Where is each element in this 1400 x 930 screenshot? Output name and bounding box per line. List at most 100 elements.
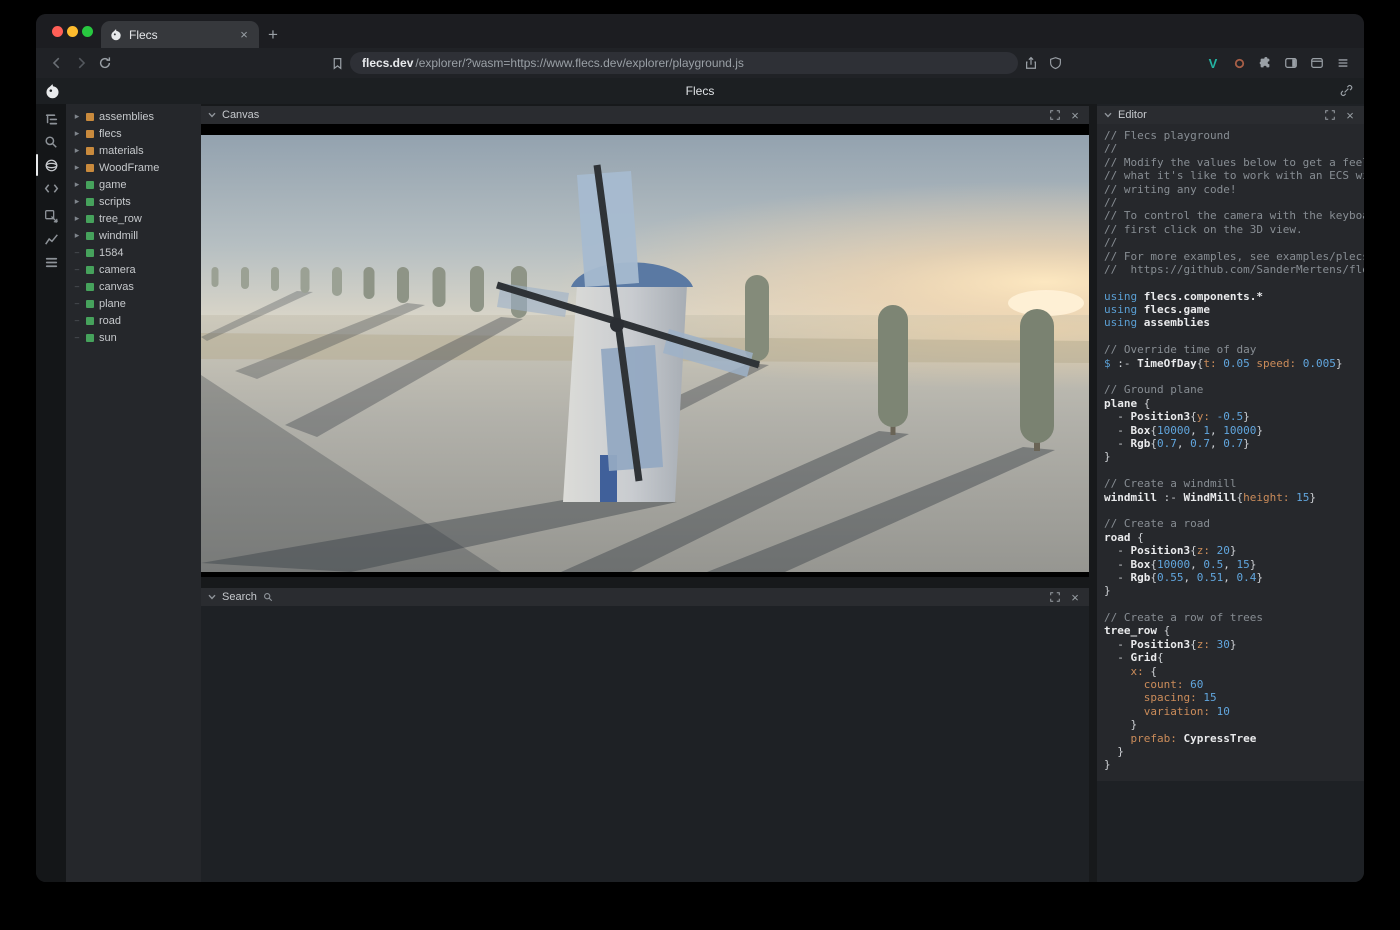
tree-item-plane[interactable]: –plane — [66, 295, 201, 312]
tree-item-assemblies[interactable]: ▸assemblies — [66, 108, 201, 125]
extensions-puzzle-icon[interactable] — [1254, 52, 1276, 74]
browser-tab[interactable]: Flecs × — [101, 21, 259, 48]
code-line[interactable]: $ :- TimeOfDay{t: 0.05 speed: 0.005} — [1104, 357, 1360, 370]
zoom-button[interactable] — [82, 26, 93, 37]
minimize-button[interactable] — [67, 26, 78, 37]
code-line[interactable]: plane { — [1104, 397, 1360, 410]
new-tab-button[interactable]: + — [259, 21, 287, 48]
code-icon[interactable] — [41, 178, 61, 198]
code-line[interactable]: // Create a windmill — [1104, 477, 1360, 490]
expand-arrow-icon[interactable]: ▸ — [73, 230, 81, 241]
expand-arrow-icon[interactable]: ▸ — [73, 213, 81, 224]
extension-badge-icon[interactable] — [1228, 52, 1250, 74]
expand-arrow-icon[interactable]: ▸ — [73, 145, 81, 156]
code-line[interactable]: - Box{10000, 1, 10000} — [1104, 424, 1360, 437]
code-line[interactable]: using flecs.components.* — [1104, 290, 1360, 303]
expand-arrow-icon[interactable]: ▸ — [73, 128, 81, 139]
entities-tree-icon[interactable] — [41, 109, 61, 129]
close-button[interactable] — [52, 26, 63, 37]
chart-icon[interactable] — [41, 229, 61, 249]
stats-rows-icon[interactable] — [41, 252, 61, 272]
code-line[interactable] — [1104, 598, 1360, 611]
tree-item-WoodFrame[interactable]: ▸WoodFrame — [66, 159, 201, 176]
code-line[interactable]: - Position3{y: -0.5} — [1104, 410, 1360, 423]
fullscreen-icon[interactable] — [1048, 108, 1062, 122]
code-line[interactable]: // — [1104, 236, 1360, 249]
code-line[interactable]: // Create a row of trees — [1104, 611, 1360, 624]
scene-sphere-icon[interactable] — [41, 155, 61, 175]
code-line[interactable]: using assemblies — [1104, 316, 1360, 329]
tree-item-canvas[interactable]: –canvas — [66, 278, 201, 295]
code-line[interactable]: - Position3{z: 30} — [1104, 638, 1360, 651]
code-line[interactable]: // — [1104, 142, 1360, 155]
code-line[interactable]: - Box{10000, 0.5, 15} — [1104, 558, 1360, 571]
expand-arrow-icon[interactable]: ▸ — [73, 111, 81, 122]
code-line[interactable] — [1104, 370, 1360, 383]
code-line[interactable]: // For more examples, see examples/plecs… — [1104, 250, 1360, 263]
canvas-3d-view[interactable] — [201, 124, 1089, 577]
side-panel-icon[interactable] — [1280, 52, 1302, 74]
url-bar[interactable]: flecs.dev/explorer/?wasm=https://www.fle… — [350, 52, 1018, 74]
shield-icon[interactable] — [1044, 52, 1066, 74]
collapse-chevron-icon[interactable] — [1104, 112, 1112, 118]
search-results-area[interactable] — [201, 606, 1089, 882]
tree-item-materials[interactable]: ▸materials — [66, 142, 201, 159]
code-line[interactable] — [1104, 276, 1360, 289]
collapse-chevron-icon[interactable] — [208, 594, 216, 600]
code-line[interactable]: prefab: CypressTree — [1104, 732, 1360, 745]
close-panel-icon[interactable]: × — [1068, 108, 1082, 122]
code-line[interactable] — [1104, 504, 1360, 517]
code-line[interactable]: // Create a road — [1104, 517, 1360, 530]
code-line[interactable]: // what it's like to work with an ECS wi… — [1104, 169, 1360, 182]
permalink-icon[interactable] — [1339, 83, 1354, 98]
bookmark-icon[interactable] — [326, 52, 348, 74]
vue-devtools-icon[interactable]: V — [1202, 52, 1224, 74]
code-line[interactable]: } — [1104, 584, 1360, 597]
search-icon[interactable] — [41, 132, 61, 152]
tree-item-1584[interactable]: –1584 — [66, 244, 201, 261]
code-line[interactable]: // Ground plane — [1104, 383, 1360, 396]
code-line[interactable]: // Flecs playground — [1104, 129, 1360, 142]
code-line[interactable]: - Rgb{0.55, 0.51, 0.4} — [1104, 571, 1360, 584]
code-line[interactable]: - Rgb{0.7, 0.7, 0.7} — [1104, 437, 1360, 450]
close-panel-icon[interactable]: × — [1343, 108, 1357, 122]
expand-arrow-icon[interactable]: ▸ — [73, 196, 81, 207]
code-line[interactable]: } — [1104, 450, 1360, 463]
code-line[interactable]: windmill :- WindMill{height: 15} — [1104, 491, 1360, 504]
forward-button[interactable] — [70, 52, 92, 74]
code-line[interactable]: tree_row { — [1104, 624, 1360, 637]
back-button[interactable] — [46, 52, 68, 74]
code-line[interactable]: } — [1104, 745, 1360, 758]
code-line[interactable]: - Grid{ — [1104, 651, 1360, 664]
tree-item-tree_row[interactable]: ▸tree_row — [66, 210, 201, 227]
code-line[interactable] — [1104, 330, 1360, 343]
tree-item-windmill[interactable]: ▸windmill — [66, 227, 201, 244]
collapse-chevron-icon[interactable] — [208, 112, 216, 118]
code-line[interactable]: variation: 10 — [1104, 705, 1360, 718]
tree-item-game[interactable]: ▸game — [66, 176, 201, 193]
code-line[interactable]: count: 60 — [1104, 678, 1360, 691]
code-line[interactable]: // Modify the values below to get a feel… — [1104, 156, 1360, 169]
browser-window-icon[interactable] — [1306, 52, 1328, 74]
tree-item-sun[interactable]: –sun — [66, 329, 201, 346]
code-line[interactable]: spacing: 15 — [1104, 691, 1360, 704]
tree-item-scripts[interactable]: ▸scripts — [66, 193, 201, 210]
fullscreen-icon[interactable] — [1048, 590, 1062, 604]
code-line[interactable]: // first click on the 3D view. — [1104, 223, 1360, 236]
code-line[interactable]: // To control the camera with the keyboa… — [1104, 209, 1360, 222]
editor-code[interactable]: // Flecs playground//// Modify the value… — [1097, 124, 1364, 781]
code-line[interactable]: - Position3{z: 20} — [1104, 544, 1360, 557]
expand-arrow-icon[interactable]: ▸ — [73, 162, 81, 173]
code-line[interactable] — [1104, 464, 1360, 477]
tree-item-road[interactable]: –road — [66, 312, 201, 329]
fullscreen-icon[interactable] — [1323, 108, 1337, 122]
reload-button[interactable] — [94, 52, 116, 74]
tree-item-flecs[interactable]: ▸flecs — [66, 125, 201, 142]
share-icon[interactable] — [1020, 52, 1042, 74]
code-line[interactable]: // https://github.com/SanderMertens/flec… — [1104, 263, 1360, 276]
tab-close-button[interactable]: × — [237, 27, 251, 42]
code-line[interactable]: // Override time of day — [1104, 343, 1360, 356]
code-line[interactable]: using flecs.game — [1104, 303, 1360, 316]
expand-arrow-icon[interactable]: ▸ — [73, 179, 81, 190]
menu-icon[interactable] — [1332, 52, 1354, 74]
